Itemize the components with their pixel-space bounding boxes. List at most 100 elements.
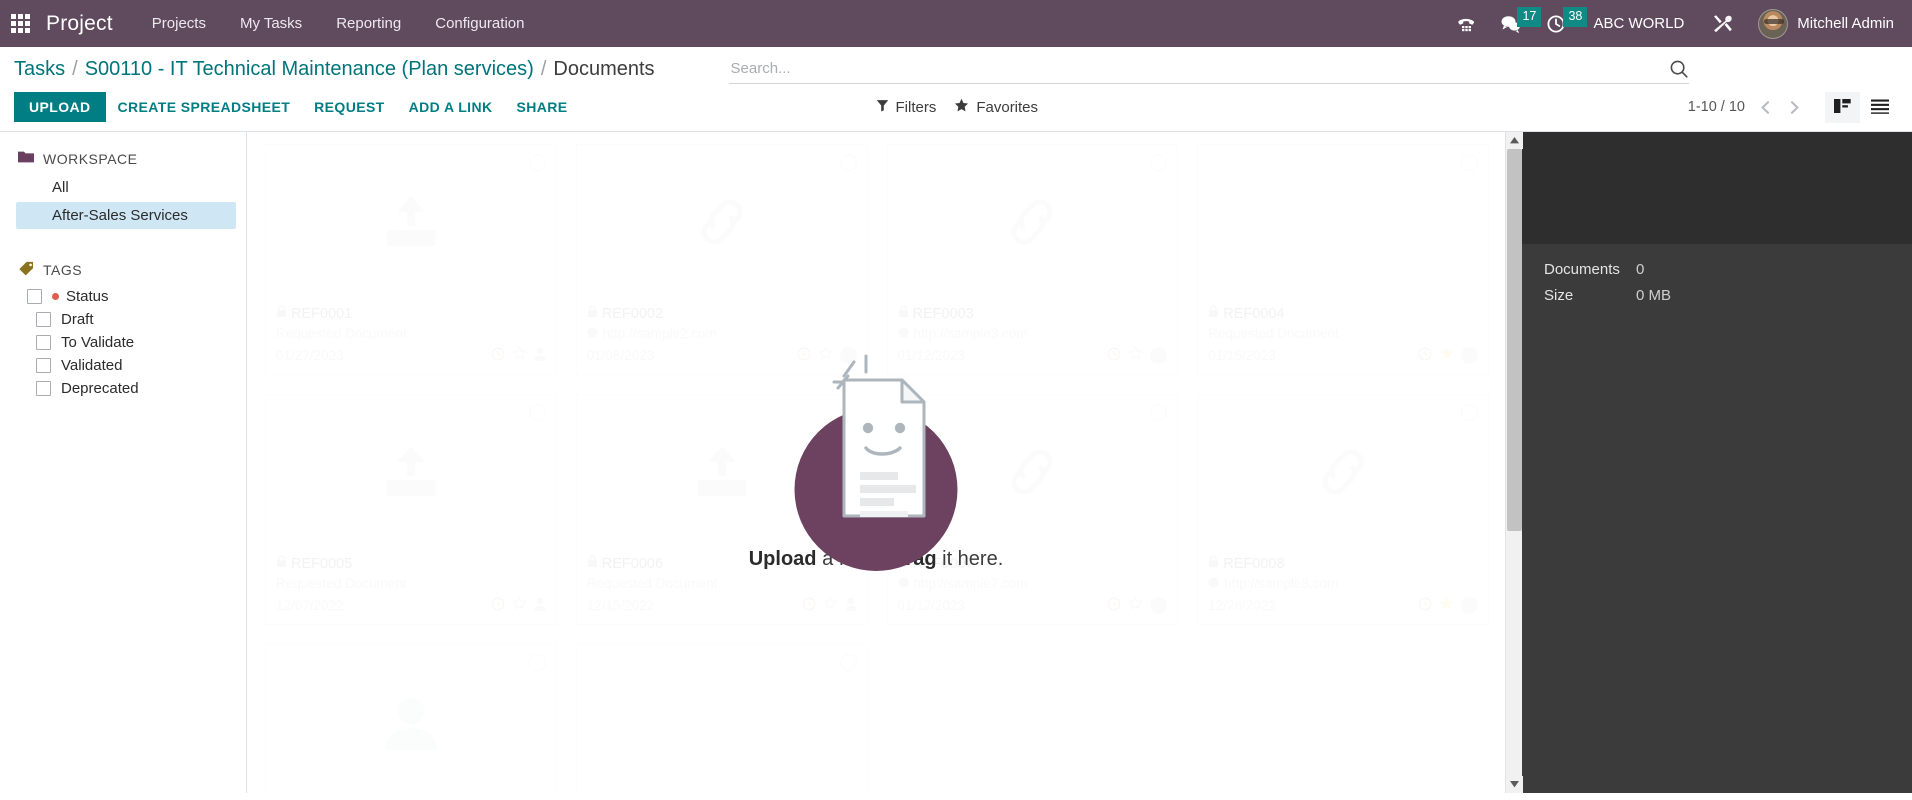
clock-icon[interactable] xyxy=(491,597,505,614)
checkbox-validated[interactable] xyxy=(36,358,51,373)
document-card[interactable]: REF0003 http://sample3.com 01/12/2023 xyxy=(886,144,1179,375)
nav-item-my-tasks[interactable]: My Tasks xyxy=(223,0,319,47)
create-spreadsheet-button[interactable]: CREATE SPREADSHEET xyxy=(106,92,303,122)
search-input[interactable] xyxy=(728,60,1661,77)
card-subtitle: Requested Document xyxy=(276,326,546,341)
tag-filter-validated[interactable]: Validated xyxy=(0,354,246,377)
request-button[interactable]: REQUEST xyxy=(302,92,396,122)
odoo-documents-app: Project Projects My Tasks Reporting Conf… xyxy=(0,0,1912,800)
breadcrumb-item-tasks[interactable]: Tasks xyxy=(14,58,65,81)
app-brand-project[interactable]: Project xyxy=(42,12,135,36)
search-bar[interactable] xyxy=(728,54,1689,84)
clock-icon[interactable] xyxy=(1107,597,1121,614)
apps-grid-icon[interactable] xyxy=(8,12,32,36)
sidebar-item-all[interactable]: All xyxy=(16,174,236,201)
document-card[interactable]: REF0007 http://sample7.com 01/12/2023 xyxy=(886,394,1179,625)
tools-icon[interactable] xyxy=(1700,0,1744,47)
star-icon-outline[interactable] xyxy=(511,595,527,614)
add-a-link-button[interactable]: ADD A LINK xyxy=(397,92,505,122)
sidebar-item-after-sales-services[interactable]: After-Sales Services xyxy=(16,202,236,229)
card-ref: REF0001 xyxy=(291,305,353,322)
card-body: REF0008 http://sample8.com 12/26/2022 xyxy=(1198,549,1488,624)
nav-item-configuration[interactable]: Configuration xyxy=(418,0,541,47)
clock-icon[interactable] xyxy=(491,347,505,364)
card-owner-avatar xyxy=(1150,346,1168,364)
document-card[interactable]: REF0002 http://sample2.com 01/08/2023 xyxy=(575,144,868,375)
pager-previous-button[interactable] xyxy=(1753,97,1778,118)
nav-item-reporting[interactable]: Reporting xyxy=(319,0,418,47)
document-card[interactable]: REF0008 http://sample8.com 12/26/2022 xyxy=(1197,394,1489,625)
card-date: 01/12/2023 xyxy=(897,347,966,363)
scroll-down-icon[interactable] xyxy=(1505,776,1523,793)
card-ref: REF0007 xyxy=(912,555,974,572)
filters-dropdown[interactable]: Filters xyxy=(870,96,943,119)
favorites-dropdown[interactable]: Favorites xyxy=(948,95,1044,120)
card-select-checkbox[interactable] xyxy=(839,404,857,421)
checkbox-draft[interactable] xyxy=(36,312,51,327)
list-view-button[interactable] xyxy=(1862,92,1898,123)
search-icon[interactable] xyxy=(1661,59,1689,79)
checkbox-to-validate[interactable] xyxy=(36,335,51,350)
document-card[interactable]: REF0005 Requested Document 12/07/2022 xyxy=(265,394,557,625)
card-thumbnail-none xyxy=(1198,145,1488,299)
document-card[interactable]: REF0001 Requested Document 01/27/2023 xyxy=(265,144,557,375)
checkbox-status[interactable] xyxy=(27,289,42,304)
checkbox-deprecated[interactable] xyxy=(36,381,51,396)
kanban-view-button[interactable] xyxy=(1825,91,1860,123)
scroll-up-icon[interactable] xyxy=(1505,132,1523,149)
tag-filter-to-validate[interactable]: To Validate xyxy=(0,331,246,354)
star-icon-outline[interactable] xyxy=(1128,345,1144,364)
card-select-checkbox[interactable] xyxy=(839,654,857,671)
tag-label-draft: Draft xyxy=(61,311,94,328)
card-select-checkbox[interactable] xyxy=(1461,154,1478,171)
clock-icon[interactable] xyxy=(1107,347,1121,364)
tag-filter-deprecated[interactable]: Deprecated xyxy=(0,377,246,400)
card-select-checkbox[interactable] xyxy=(528,404,546,421)
phone-dialpad-icon[interactable] xyxy=(1445,0,1487,47)
search-panel-sidebar: WORKSPACE All After-Sales Services TAGS … xyxy=(0,132,247,793)
card-owner-avatar xyxy=(1461,346,1478,364)
document-inspector-panel: Documents 0 Size 0 MB xyxy=(1522,132,1912,793)
nav-item-projects[interactable]: Projects xyxy=(135,0,223,47)
document-card[interactable]: REF0009Requested Document xyxy=(265,644,557,793)
upload-button[interactable]: UPLOAD xyxy=(14,92,106,122)
scroll-thumb[interactable] xyxy=(1506,149,1522,532)
star-icon-outline[interactable] xyxy=(1128,595,1144,614)
tag-filter-draft[interactable]: Draft xyxy=(0,308,246,331)
activities-button[interactable]: 38 xyxy=(1535,0,1588,47)
star-icon-outline[interactable] xyxy=(817,345,833,364)
scrollbar-track[interactable] xyxy=(1506,149,1523,776)
card-subtitle: http://sample8.com xyxy=(1208,576,1478,591)
kanban-area[interactable]: REF0001 Requested Document 01/27/2023 REF00… xyxy=(247,132,1505,793)
user-menu[interactable]: Mitchell Admin xyxy=(1746,0,1898,47)
card-select-checkbox[interactable] xyxy=(528,654,546,671)
card-date: 12/15/2022 xyxy=(586,597,655,613)
card-select-checkbox[interactable] xyxy=(528,154,546,171)
tag-label-status: Status xyxy=(66,288,109,305)
clock-icon[interactable] xyxy=(802,597,816,614)
breadcrumb-item-task[interactable]: S00110 - IT Technical Maintenance (Plan … xyxy=(85,58,534,81)
clock-icon[interactable] xyxy=(1418,597,1432,614)
document-card[interactable]: REF0010Requested Document xyxy=(575,644,868,793)
document-card[interactable]: REF0004 Requested Document 01/15/2023 xyxy=(1197,144,1489,375)
star-icon-filled[interactable] xyxy=(1439,346,1454,364)
star-icon-filled[interactable] xyxy=(1439,596,1454,614)
card-footer: 12/07/2022 xyxy=(276,595,546,614)
company-switcher[interactable]: ABC WORLD xyxy=(1579,0,1698,47)
vertical-scrollbar[interactable] xyxy=(1505,132,1523,793)
messages-button[interactable]: 17 xyxy=(1489,0,1542,47)
star-icon-outline[interactable] xyxy=(511,345,527,364)
tag-filter-status[interactable]: Status xyxy=(0,285,246,308)
pager-next-button[interactable] xyxy=(1782,97,1807,118)
card-footer: 01/12/2023 xyxy=(898,595,1168,614)
document-card[interactable]: REF0006 Requested Document 12/15/2022 xyxy=(575,394,868,625)
card-select-checkbox[interactable] xyxy=(839,154,857,171)
share-button[interactable]: SHARE xyxy=(504,92,579,122)
star-icon-outline[interactable] xyxy=(822,595,838,614)
card-select-checkbox[interactable] xyxy=(1461,404,1478,421)
clock-icon[interactable] xyxy=(1418,347,1432,364)
card-body: REF0007 http://sample7.com 01/12/2023 xyxy=(888,549,1178,624)
clock-icon[interactable] xyxy=(797,347,811,364)
top-navbar: Project Projects My Tasks Reporting Conf… xyxy=(0,0,1912,47)
card-body: REF0004 Requested Document 01/15/2023 xyxy=(1198,299,1488,374)
